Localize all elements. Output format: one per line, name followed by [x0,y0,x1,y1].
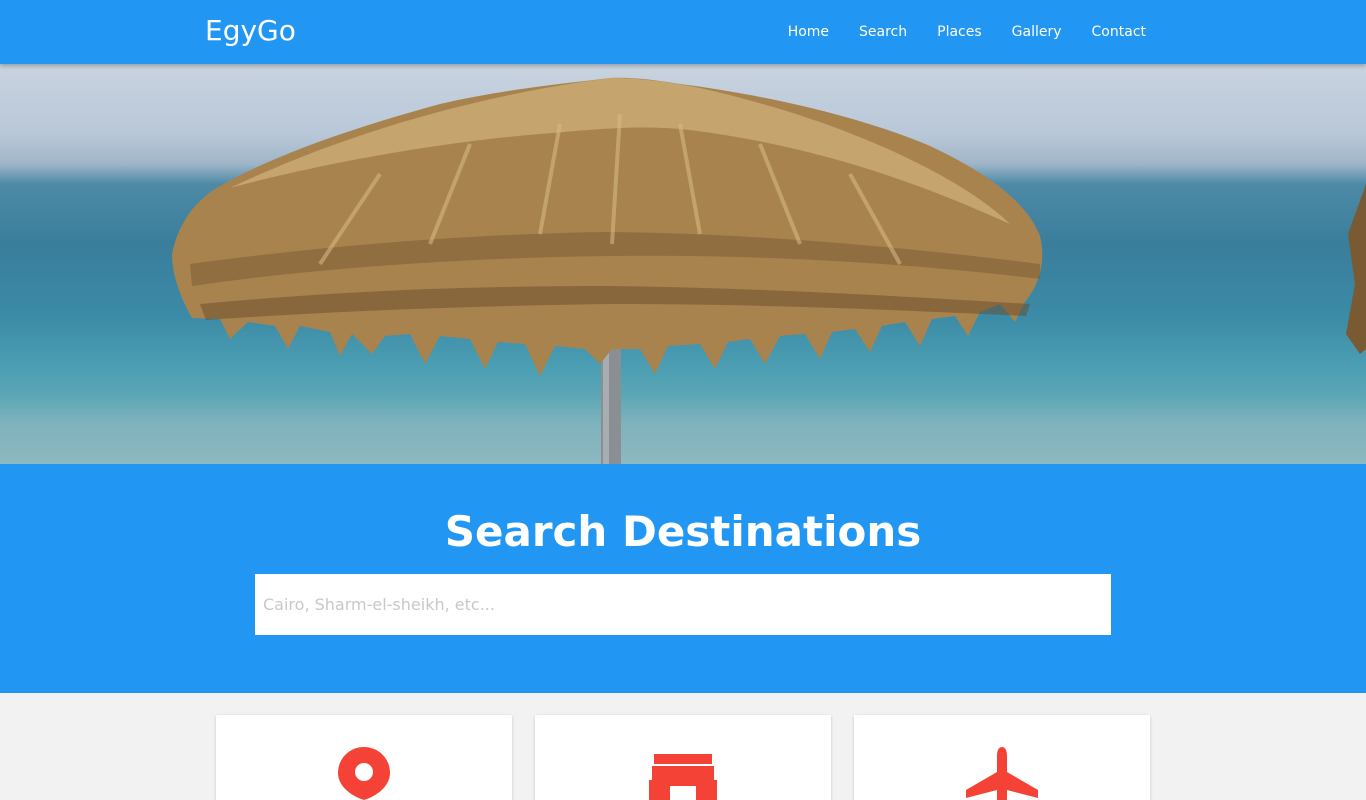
airplane-icon [965,746,1039,800]
nav-link-search[interactable]: Search [844,0,922,64]
search-section: Search Destinations [0,464,1366,693]
top-navbar: EgyGo Home Search Places Gallery Contact [0,0,1366,64]
beach-umbrella-illustration [172,77,1366,464]
destination-search-input[interactable] [255,574,1111,635]
search-heading: Search Destinations [444,507,922,556]
nav-link-home[interactable]: Home [773,0,844,64]
card-places[interactable] [216,715,512,800]
nav-link-places[interactable]: Places [922,0,997,64]
brand-logo[interactable]: EgyGo [205,13,296,49]
nav-menu: Home Search Places Gallery Contact [773,0,1146,64]
location-pin-icon [337,746,391,800]
store-icon [648,746,718,800]
card-flights[interactable] [854,715,1150,800]
nav-link-gallery[interactable]: Gallery [997,0,1077,64]
card-shops[interactable] [535,715,831,800]
feature-cards [0,715,1366,800]
hero-image [0,64,1366,464]
nav-link-contact[interactable]: Contact [1077,0,1146,64]
